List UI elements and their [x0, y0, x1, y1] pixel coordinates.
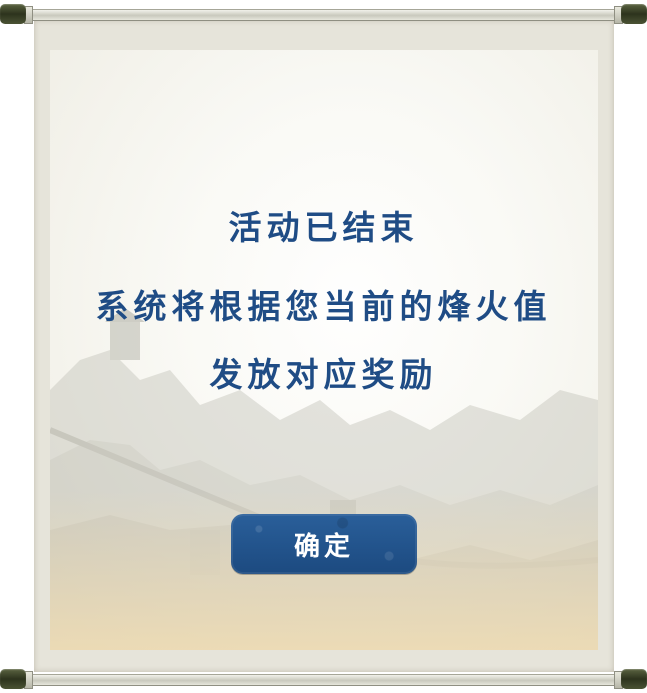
- scroll-rod-top: [0, 3, 647, 25]
- confirm-button[interactable]: 确定: [231, 514, 417, 574]
- message-line-system-note: 系统将根据您当前的烽火值: [95, 287, 552, 326]
- rod-cap-left: [0, 4, 26, 24]
- rod-bar: [22, 674, 625, 686]
- message-line-event-ended: 活动已结束: [228, 208, 419, 247]
- scroll-dialog: 活动已结束 系统将根据您当前的烽火值 发放对应奖励 确定: [0, 0, 647, 693]
- scroll-paper: [34, 20, 614, 672]
- rod-bar: [22, 9, 625, 21]
- scroll-rod-bottom: [0, 668, 647, 690]
- rod-cap-right: [621, 4, 647, 24]
- rod-cap-left: [0, 669, 26, 689]
- rod-cap-right: [621, 669, 647, 689]
- message-line-reward-note: 发放对应奖励: [209, 355, 438, 394]
